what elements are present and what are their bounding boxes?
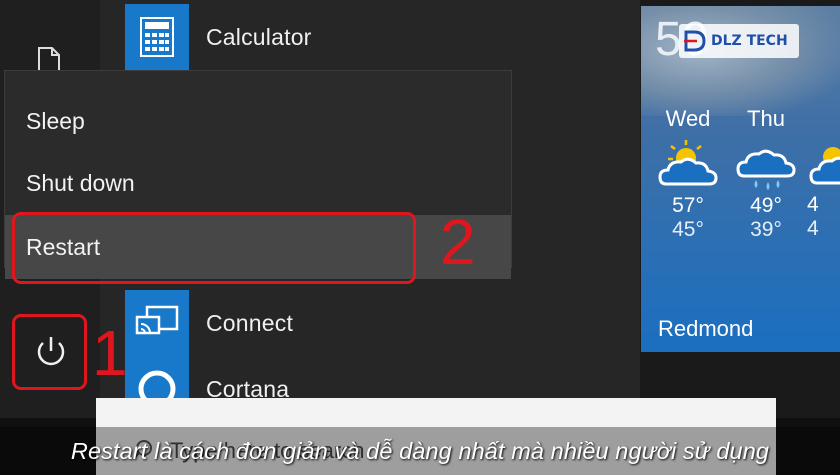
logo-text: DLZ TECH bbox=[711, 33, 788, 49]
shutdown-label: Shut down bbox=[26, 169, 135, 196]
caption-text: Restart là cách đơn giản và dễ dàng nhất… bbox=[70, 437, 770, 464]
low-temp: 4 bbox=[807, 217, 819, 240]
forecast-day-partial: 4 4 bbox=[807, 106, 840, 241]
day-name: Thu bbox=[747, 106, 785, 131]
step-number-1: 1 bbox=[92, 317, 128, 389]
power-highlight-box bbox=[12, 314, 87, 390]
app-label-connect: Connect bbox=[206, 309, 294, 336]
app-calculator[interactable]: Calculator bbox=[125, 4, 312, 70]
day-name bbox=[807, 106, 840, 131]
weather-city: Redmond bbox=[658, 316, 754, 341]
rain-cloud-icon bbox=[736, 149, 796, 190]
step-number-2: 2 bbox=[440, 206, 476, 278]
calculator-icon bbox=[125, 4, 189, 70]
dlz-logo-icon bbox=[684, 30, 706, 52]
caption-banner: Restart là cách đơn giản và dễ dàng nhất… bbox=[0, 427, 840, 475]
sleep-menu-item[interactable]: Sleep bbox=[5, 89, 511, 153]
forecast-day-thu: Thu 49° 39° bbox=[731, 106, 801, 242]
high-temp: 4 bbox=[807, 193, 819, 216]
app-connect[interactable]: Connect bbox=[125, 290, 293, 356]
connect-icon bbox=[125, 290, 189, 356]
app-label-calculator: Calculator bbox=[206, 23, 312, 50]
sleep-label: Sleep bbox=[26, 107, 85, 134]
dlz-tech-logo: DLZ TECH bbox=[679, 24, 799, 58]
high-temp: 57° bbox=[672, 194, 704, 217]
shutdown-menu-item[interactable]: Shut down bbox=[5, 151, 511, 215]
restart-highlight-box bbox=[12, 212, 416, 284]
partly-sunny-icon bbox=[658, 140, 718, 186]
high-temp: 49° bbox=[750, 194, 782, 217]
day-name: Wed bbox=[665, 106, 711, 131]
low-temp: 39° bbox=[750, 218, 782, 241]
forecast-day-wed: Wed 57° 45° bbox=[653, 106, 723, 242]
low-temp: 45° bbox=[672, 218, 704, 241]
partly-sunny-icon bbox=[809, 147, 840, 185]
